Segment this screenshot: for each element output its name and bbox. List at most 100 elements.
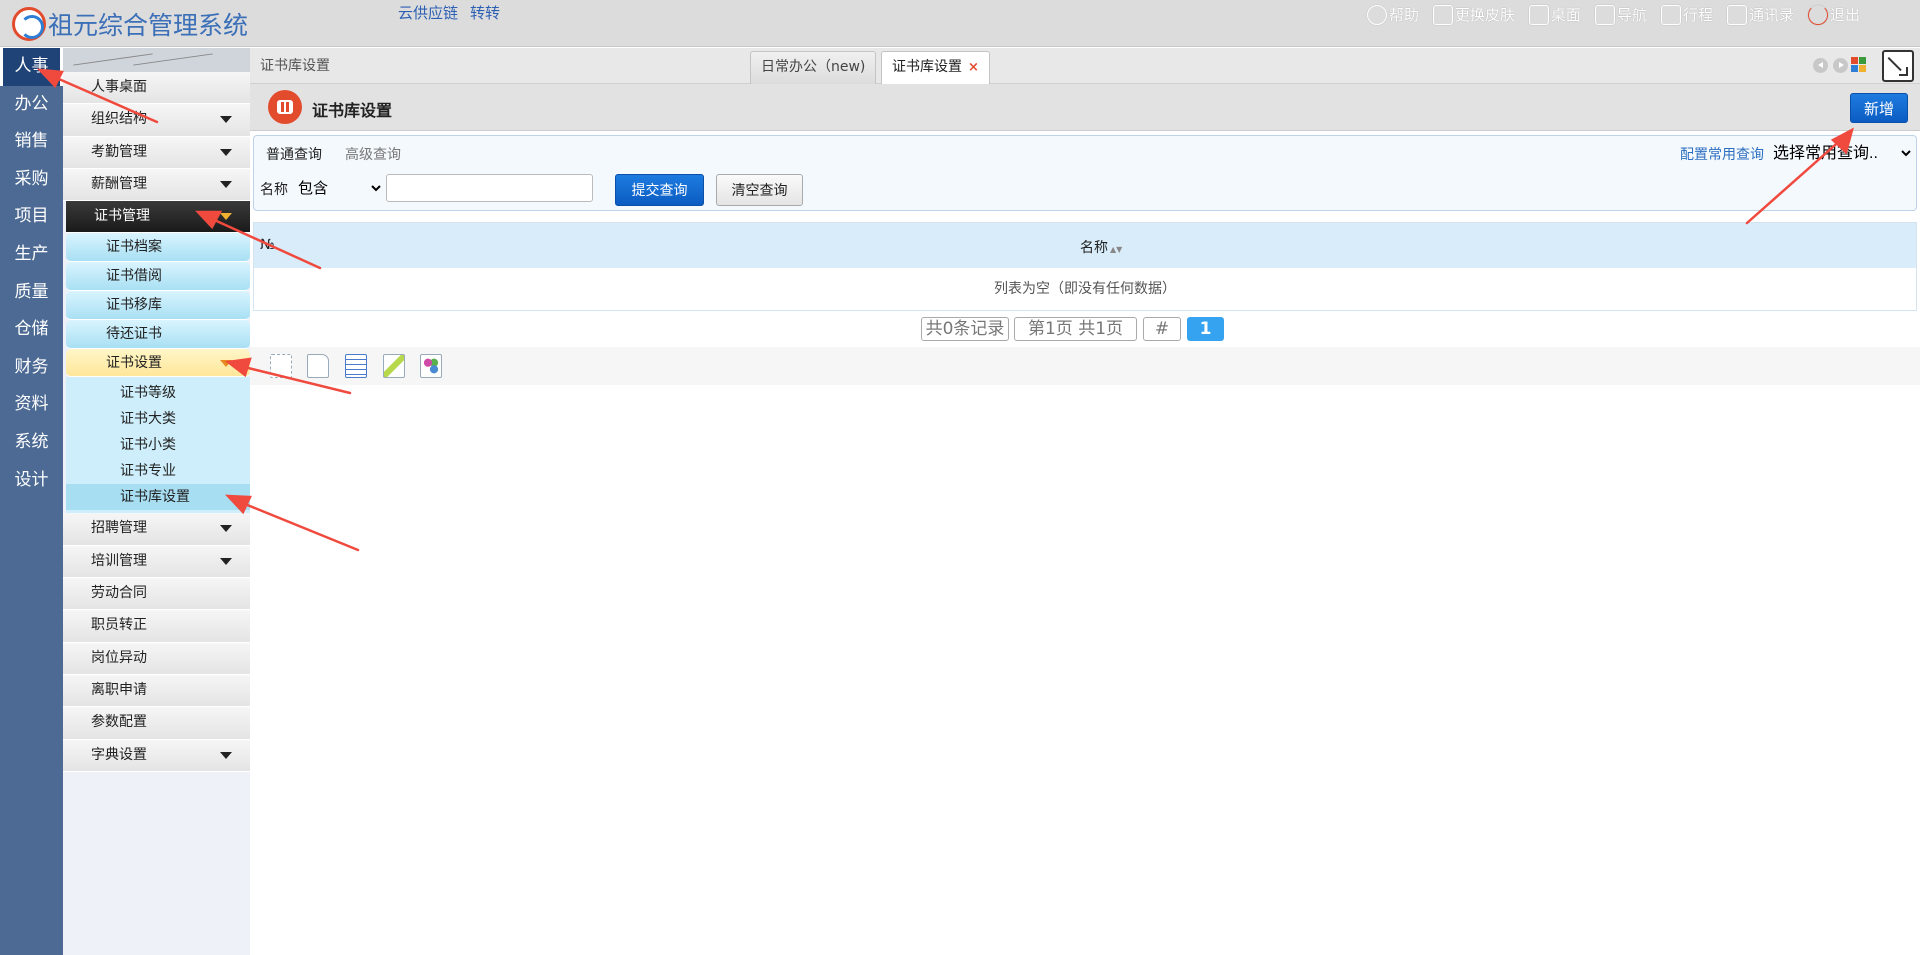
nav-label: 人事桌面 [91, 79, 147, 95]
nav-dictionary-settings[interactable]: 字典设置 [63, 739, 250, 772]
chevron-down-icon [220, 116, 232, 124]
nav-cert-library-settings[interactable]: 证书库设置 [66, 484, 250, 511]
nav-label: 证书借阅 [106, 268, 162, 285]
chevron-down-icon [220, 359, 232, 367]
nav-recruitment[interactable]: 招聘管理 [63, 513, 250, 546]
nav-cert-subcategory[interactable]: 证书小类 [66, 432, 250, 458]
tab-daily-office[interactable]: 日常办公（new) [750, 51, 877, 84]
nav-label: 薪酬管理 [91, 175, 147, 192]
nav-hr-desktop[interactable]: 人事桌面 [63, 72, 250, 105]
navigation-button[interactable]: 导航 [1594, 4, 1647, 25]
app-root: 祖元综合管理系统 云供应链 转转 帮助 更换皮肤 桌面 导航 行程 通讯录 退出… [0, 0, 1920, 955]
nav-cert-level[interactable]: 证书等级 [66, 380, 250, 406]
top-right-menu: 帮助 更换皮肤 桌面 导航 行程 通讯录 退出 [1366, 4, 1860, 25]
contacts-label: 通讯录 [1748, 6, 1794, 24]
tab-cert-library-settings[interactable]: 证书库设置 × [881, 51, 990, 84]
change-skin-button[interactable]: 更换皮肤 [1432, 4, 1515, 25]
module-nav: 人事 办公 销售 采购 项目 生产 质量 仓储 财务 资料 系统 设计 [0, 48, 63, 955]
page-header: 证书库设置 新增 [250, 84, 1920, 131]
module-finance[interactable]: 财务 [0, 349, 63, 387]
nav-org-structure[interactable]: 组织结构 [63, 104, 250, 137]
select-icon[interactable] [270, 354, 292, 378]
desktop-button[interactable]: 桌面 [1528, 4, 1581, 25]
nav-cert-borrow[interactable]: 证书借阅 [66, 262, 250, 292]
document-icon[interactable] [307, 354, 329, 378]
nav-cert-major[interactable]: 证书专业 [66, 458, 250, 484]
table-header: № 名称 ▲▼ [254, 223, 1916, 268]
nav-param-config[interactable]: 参数配置 [63, 707, 250, 740]
submit-query-button[interactable]: 提交查询 [615, 174, 704, 206]
top-link-zhuanzhuan[interactable]: 转转 [470, 2, 500, 23]
cert-settings-submenu: 证书等级 证书大类 证书小类 证书专业 证书库设置 [66, 377, 250, 514]
module-production[interactable]: 生产 [0, 236, 63, 274]
module-hr[interactable]: 人事 [0, 48, 63, 86]
module-project[interactable]: 项目 [0, 198, 63, 236]
nav-label: 字典设置 [91, 746, 147, 763]
module-data[interactable]: 资料 [0, 386, 63, 424]
tab-prev-icon[interactable] [1813, 58, 1828, 73]
navigation-label: 导航 [1616, 6, 1647, 24]
schedule-label: 行程 [1682, 6, 1713, 24]
logo-icon [12, 7, 46, 41]
fullscreen-icon[interactable] [1882, 50, 1914, 82]
column-number: № [260, 237, 275, 253]
nav-label: 组织结构 [91, 111, 147, 128]
pagination: 共0条记录 第1页 共1页 # 1 [250, 311, 1920, 347]
nav-cert-transfer[interactable]: 证书移库 [66, 291, 250, 320]
column-name[interactable]: 名称 ▲▼ [1080, 237, 1122, 257]
nav-label: 离职申请 [91, 681, 147, 698]
add-button[interactable]: 新增 [1850, 93, 1908, 123]
module-design[interactable]: 设计 [0, 462, 63, 500]
common-query-select[interactable]: 选择常用查询.. [1769, 140, 1914, 166]
nav-training[interactable]: 培训管理 [63, 545, 250, 579]
tab-next-icon[interactable] [1833, 58, 1848, 73]
logout-button[interactable]: 退出 [1807, 4, 1860, 25]
nav-cert-category[interactable]: 证书大类 [66, 406, 250, 432]
nav-employee-regularization[interactable]: 职员转正 [63, 610, 250, 643]
nav-labor-contract[interactable]: 劳动合同 [63, 578, 250, 611]
schedule-button[interactable]: 行程 [1660, 4, 1713, 25]
module-office[interactable]: 办公 [0, 86, 63, 124]
nav-position-change[interactable]: 岗位异动 [63, 642, 250, 675]
page-current[interactable]: 1 [1187, 317, 1224, 341]
tab-label: 日常办公（new) [761, 59, 866, 75]
module-purchase[interactable]: 采购 [0, 161, 63, 199]
tab-menu-icon[interactable] [1851, 57, 1866, 72]
page-jump[interactable]: # [1143, 317, 1181, 341]
close-icon[interactable]: × [968, 60, 979, 75]
tab-advanced-query[interactable]: 高级查询 [345, 144, 401, 164]
chevron-down-icon [220, 180, 232, 188]
grid-nav-icon [1594, 4, 1615, 25]
nav-attendance[interactable]: 考勤管理 [63, 136, 250, 169]
operator-select[interactable]: 包含 [294, 174, 384, 202]
plugin-icon[interactable] [420, 354, 442, 378]
name-search-input[interactable] [386, 174, 593, 202]
clear-query-button[interactable]: 清空查询 [716, 174, 803, 206]
top-link-supply-chain[interactable]: 云供应链 [398, 2, 458, 23]
tab-bar: 证书库设置 日常办公（new) 证书库设置 × [250, 48, 1920, 84]
module-sales[interactable]: 销售 [0, 123, 63, 161]
module-warehouse[interactable]: 仓储 [0, 311, 63, 349]
nav-resignation[interactable]: 离职申请 [63, 674, 250, 708]
edit-icon[interactable] [383, 354, 405, 378]
home-icon [1528, 4, 1549, 25]
nav-label: 证书移库 [106, 297, 162, 314]
nav-payroll[interactable]: 薪酬管理 [63, 168, 250, 202]
nav-cert-archive[interactable]: 证书档案 [66, 233, 250, 263]
nav-label: 岗位异动 [91, 649, 147, 666]
nav-label: 职员转正 [91, 617, 147, 634]
desktop-label: 桌面 [1550, 6, 1581, 24]
module-quality[interactable]: 质量 [0, 274, 63, 312]
module-system[interactable]: 系统 [0, 424, 63, 462]
collapse-sidebar-button[interactable] [63, 48, 250, 72]
nav-cert-settings[interactable]: 证书设置 [66, 348, 250, 378]
nav-cert-management[interactable]: 证书管理 [66, 201, 250, 234]
configure-common-query-link[interactable]: 配置常用查询 [1680, 144, 1764, 164]
contacts-button[interactable]: 通讯录 [1726, 4, 1794, 25]
tab-normal-query[interactable]: 普通查询 [266, 144, 322, 164]
help-icon [1366, 4, 1387, 25]
table-icon[interactable] [345, 354, 367, 378]
nav-cert-pending-return[interactable]: 待还证书 [66, 319, 250, 349]
help-button[interactable]: 帮助 [1366, 4, 1419, 25]
calendar-grid-icon [268, 90, 302, 124]
